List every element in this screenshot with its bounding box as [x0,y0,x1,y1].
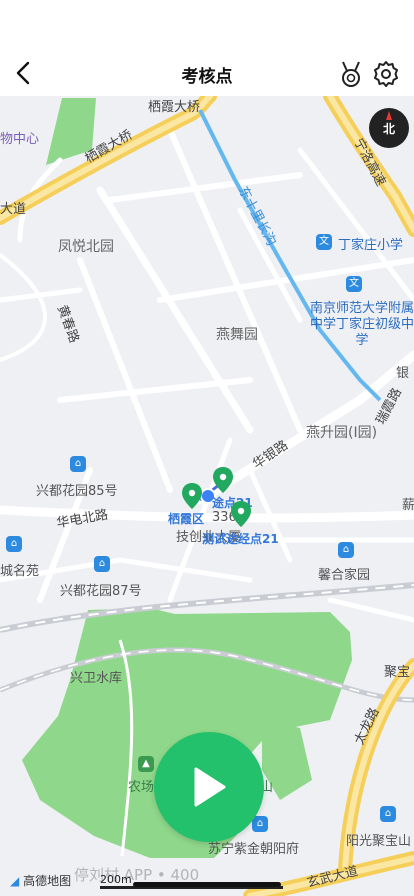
map-label: 燕升园(I园) [306,425,378,441]
building-icon: ⌂ [6,536,22,552]
checkpoint-label: 栖霞区 [168,512,205,526]
building-icon: ⌂ [70,456,86,472]
checkpoint-pin[interactable] [212,466,234,494]
map-provider-name: 高德地图 [23,874,72,888]
compass-label: 北 [382,122,395,136]
top-navigation-bar: 考核点 [0,0,414,96]
map-label: 兴都花园85号 [36,484,118,499]
amap-logo-icon: ◢ [10,874,20,888]
map-label: 阳光聚宝山 [346,834,412,849]
map-label: 丁家庄小学 [338,238,404,253]
map-label: 银 [396,366,410,381]
map-label: 薪 [402,498,414,513]
building-icon: ⌂ [338,542,354,558]
school-icon: 文 [316,234,332,250]
building-icon: ⌂ [252,816,268,832]
map-label: 南京师范大学附属中学丁家庄初级中学 [310,301,414,348]
map-label: 燕舞园 [216,327,258,343]
compass-icon[interactable]: 北 [369,108,409,148]
start-button[interactable] [154,732,264,842]
map-label: 栖霞大桥 [148,100,201,115]
mountain-icon: ▲ [138,756,154,772]
map-provider-logo: ◢ 高德地图 [10,872,71,889]
map-label: 兴卫水库 [70,671,123,686]
map-label: 馨合家园 [318,568,371,583]
medal-icon[interactable] [338,60,364,88]
checkpoint-pin[interactable] [230,500,252,528]
home-indicator [133,882,281,887]
school-icon: 文 [346,276,362,292]
building-icon: ⌂ [380,806,396,822]
map-label: 凤悦北园 [58,239,114,255]
map-label: 农场 [128,780,155,795]
gear-icon[interactable] [372,60,400,88]
map-label: 大道 [0,202,27,217]
map-label: 城名苑 [0,564,40,579]
checkpoint-pin[interactable] [181,482,203,510]
map-label: 兴都花园87号 [60,584,142,599]
building-icon: ⌂ [94,556,110,572]
play-icon [194,767,226,807]
map-label: 物中心 [0,132,40,147]
checkpoint-label: 测试途经点21 [202,532,279,546]
map-label: 聚宝 [384,665,411,680]
scale-label: 200m [100,873,132,886]
map-label: 苏宁紫金朝阳府 [208,842,300,857]
